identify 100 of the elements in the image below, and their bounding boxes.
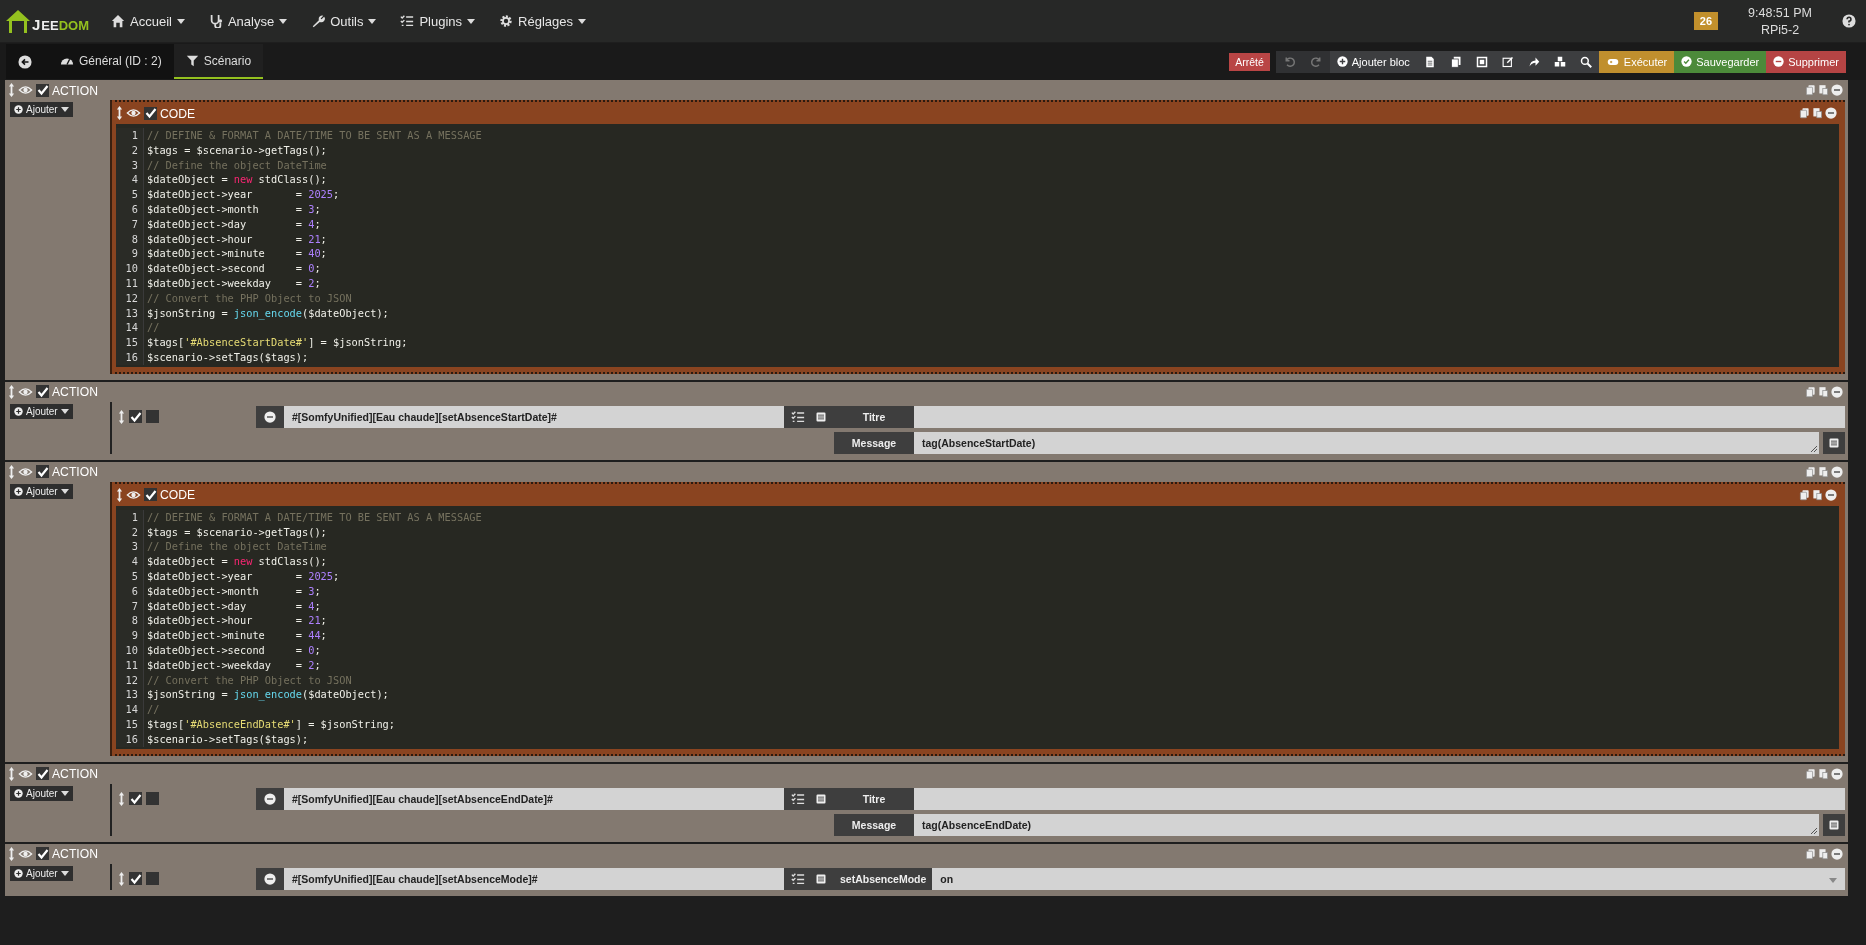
message-field[interactable]: tag(AbsenceStartDate) [914, 431, 1819, 454]
wrench-icon[interactable] [311, 14, 326, 28]
copy-icon[interactable] [1805, 465, 1816, 478]
checkbox[interactable] [146, 792, 159, 805]
checklist-icon[interactable] [791, 409, 805, 424]
move-icon[interactable] [8, 83, 15, 97]
checkbox[interactable] [146, 872, 159, 885]
move-icon[interactable] [8, 464, 15, 479]
checkbox[interactable] [36, 465, 49, 479]
remove-button[interactable] [256, 787, 284, 810]
move-icon[interactable] [116, 106, 123, 120]
list-button[interactable] [1823, 431, 1845, 454]
checklist-icon[interactable] [400, 14, 415, 28]
copy-icon[interactable] [1805, 84, 1816, 96]
move-icon[interactable] [8, 846, 15, 861]
checkbox[interactable] [36, 767, 49, 780]
move-icon[interactable] [8, 384, 15, 399]
command-field[interactable]: #[SomfyUnified][Eau chaude][setAbsenceMode]# [284, 867, 784, 890]
remove-icon[interactable] [1825, 107, 1837, 119]
list-icon[interactable] [1828, 436, 1840, 449]
value-select[interactable]: on [932, 867, 1845, 890]
add-dropdown-button[interactable]: Ajouter [10, 102, 73, 117]
remove-button[interactable] [256, 867, 284, 890]
tab[interactable]: Général (ID : 2) [48, 44, 174, 79]
remove-icon[interactable] [1825, 488, 1837, 501]
checkbox[interactable] [144, 488, 157, 502]
paste-icon[interactable] [1818, 847, 1829, 860]
menu-item[interactable]: Accueil [130, 13, 172, 29]
back-icon[interactable] [18, 54, 32, 69]
title-field[interactable] [914, 787, 1845, 810]
line-number: 9 [130, 246, 138, 262]
list-icon[interactable] [815, 872, 827, 885]
checkbox[interactable] [129, 410, 142, 424]
paste-icon[interactable] [1818, 465, 1829, 478]
remove-icon[interactable] [264, 872, 276, 885]
caret-icon [60, 790, 69, 796]
stethoscope-icon[interactable] [208, 14, 223, 28]
save-button[interactable]: Sauvegarder [1674, 50, 1767, 73]
caret-icon [60, 870, 69, 876]
checklist-icon[interactable] [791, 791, 805, 806]
checklist-icon[interactable] [791, 871, 805, 886]
checkbox[interactable] [146, 410, 159, 424]
list-icon[interactable] [815, 792, 827, 805]
paste-icon[interactable] [1812, 488, 1823, 501]
checkbox[interactable] [144, 106, 157, 120]
eye-icon[interactable] [126, 106, 141, 120]
move-icon[interactable] [8, 766, 15, 781]
resize-grip-icon[interactable] [1810, 826, 1817, 834]
menu-item[interactable]: Analyse [227, 13, 275, 29]
code-line: // Define the object DateTime [147, 157, 328, 173]
title-field[interactable] [914, 405, 1845, 428]
eye-icon[interactable] [18, 83, 33, 97]
move-icon[interactable] [118, 409, 125, 424]
list-button[interactable] [1823, 813, 1845, 836]
copy-icon[interactable] [1805, 847, 1816, 860]
paste-icon[interactable] [1818, 385, 1829, 398]
add-dropdown-button[interactable]: Ajouter [10, 483, 73, 499]
message-field[interactable]: tag(AbsenceEndDate) [914, 813, 1819, 836]
copy-icon[interactable] [1799, 107, 1810, 119]
menu-item[interactable]: Réglages [518, 13, 573, 29]
command-field[interactable]: #[SomfyUnified][Eau chaude][setAbsenceEndDate]# [284, 787, 784, 810]
redo-button[interactable] [1302, 50, 1330, 73]
list-icon[interactable] [815, 410, 827, 423]
remove-icon[interactable] [264, 792, 276, 805]
remove-button[interactable] [256, 405, 284, 428]
delete-button[interactable]: Supprimer [1766, 50, 1846, 73]
list-icon[interactable] [1828, 818, 1840, 831]
caret-icon [467, 18, 476, 24]
menu-item[interactable]: Outils [330, 13, 364, 29]
house-logo-icon[interactable] [6, 9, 30, 33]
home-icon[interactable] [111, 14, 126, 28]
logo-text: DOM [58, 18, 90, 33]
copy-icon[interactable] [1805, 385, 1816, 398]
resize-grip-icon[interactable] [1810, 444, 1817, 452]
paste-icon[interactable] [1818, 767, 1829, 780]
checkbox[interactable] [129, 872, 142, 885]
move-icon[interactable] [118, 791, 125, 806]
paste-icon[interactable] [1812, 107, 1823, 119]
add-block-button[interactable]: Ajouter bloc [1329, 50, 1417, 73]
help-icon[interactable] [1842, 14, 1856, 28]
move-icon[interactable] [116, 487, 123, 502]
checkbox[interactable] [36, 385, 49, 399]
checkbox[interactable] [36, 83, 49, 97]
add-dropdown-button[interactable]: Ajouter [10, 403, 73, 419]
tab[interactable]: Scénario [173, 44, 264, 79]
add-dropdown-button[interactable]: Ajouter [10, 865, 73, 881]
remove-icon[interactable] [264, 410, 276, 423]
add-dropdown-button[interactable]: Ajouter [10, 785, 73, 801]
checkbox[interactable] [36, 847, 49, 860]
block-title: CODE [160, 105, 196, 121]
command-field[interactable]: #[SomfyUnified][Eau chaude][setAbsenceStartDate]# [284, 405, 784, 428]
paste-icon[interactable] [1818, 84, 1829, 96]
settings-icon[interactable] [499, 14, 514, 28]
copy-icon[interactable] [1799, 488, 1810, 501]
menu-item[interactable]: Plugins [419, 13, 463, 29]
undo-button[interactable] [1275, 50, 1303, 73]
copy-icon[interactable] [1805, 767, 1816, 780]
search-button[interactable] [1572, 50, 1599, 73]
move-icon[interactable] [118, 871, 125, 886]
checkbox[interactable] [129, 792, 142, 805]
